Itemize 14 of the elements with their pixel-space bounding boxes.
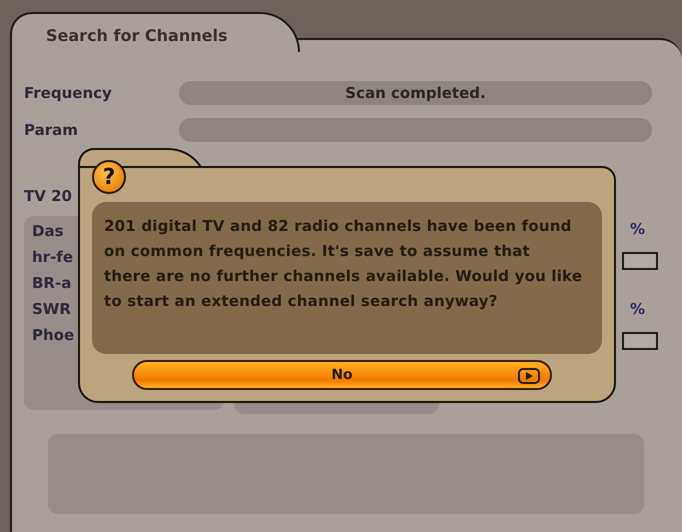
field-label: Frequency [24, 84, 113, 102]
channel-name: SWR [32, 300, 71, 320]
channel-name: Das [32, 222, 64, 242]
field-label: Param [24, 121, 79, 139]
window-title: Search for Channels [46, 26, 228, 45]
progress-percent: % [630, 220, 646, 238]
channel-name: hr-fe [32, 248, 74, 268]
progress-percent: % [630, 300, 646, 318]
tv-count-label: TV 20 [24, 187, 73, 205]
dialog-message: 201 digital TV and 82 radio channels have been found on common frequencies. It's save to assume that there are no further channels available. Would you like to start an extended channel search anyway? [92, 202, 602, 354]
field-value: Scan completed. [179, 81, 652, 105]
channel-name: Phoe [32, 326, 74, 346]
no-button[interactable]: No [132, 360, 552, 390]
channel-name: BR-a [32, 274, 72, 294]
